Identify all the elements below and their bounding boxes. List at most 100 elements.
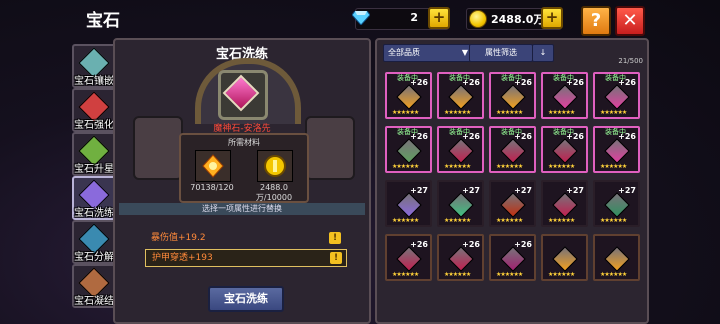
refine-stone-icon: [195, 150, 231, 182]
add-gems-button[interactable]: +: [428, 7, 450, 29]
lock-icon[interactable]: !: [329, 232, 341, 244]
inventory-gem-cell[interactable]: 装备中 +26 ★★★★★★: [437, 126, 484, 173]
inventory-gem-cell[interactable]: +26 ★★★★★★: [437, 234, 484, 281]
side-tab-label: 宝石凝结: [74, 296, 114, 307]
gem-level: +27: [566, 186, 584, 195]
gem-icon: [448, 246, 474, 272]
side-tab[interactable]: 宝石强化: [72, 88, 116, 132]
gem-level: +26: [462, 78, 480, 87]
quality-filter-dropdown[interactable]: 全部品质 ▼: [383, 44, 473, 62]
sort-arrow-button[interactable]: ↓: [532, 44, 554, 62]
star-rating: ★★★★★★: [548, 217, 575, 224]
inventory-gem-cell[interactable]: ★★★★★★: [593, 234, 640, 281]
inventory-gem-cell[interactable]: 装备中 +26 ★★★★★★: [489, 126, 536, 173]
gem-level: +26: [462, 132, 480, 141]
page-title: 宝石: [86, 11, 120, 31]
gold-amount: 2488.0万: [491, 13, 545, 26]
gem-icon: [604, 84, 630, 110]
quality-filter-label: 全部品质: [388, 48, 420, 57]
gem-icon: [500, 192, 526, 218]
materials-box: 所需材料 70138/120 2488.0万/10000: [179, 133, 309, 203]
star-rating: ★★★★★★: [444, 163, 471, 170]
side-tab-label: 宝石镶嵌: [74, 76, 114, 87]
gem-level: +26: [410, 78, 428, 87]
gem-icon: [500, 246, 526, 272]
inventory-gem-cell[interactable]: 装备中 +26 ★★★★★★: [385, 72, 432, 119]
gem-level: +26: [410, 240, 428, 249]
side-tab[interactable]: 宝石凝结: [72, 264, 116, 308]
lock-icon[interactable]: !: [330, 252, 342, 264]
gold-currency: 2488.0万 +: [466, 7, 563, 30]
add-gold-button[interactable]: +: [541, 7, 563, 29]
help-button[interactable]: ?: [581, 6, 611, 36]
gem-level: +27: [410, 186, 428, 195]
side-tab-label: 宝石升星: [74, 164, 114, 175]
inventory-gem-cell[interactable]: 装备中 +26 ★★★★★★: [385, 126, 432, 173]
inventory-gem-cell[interactable]: +27 ★★★★★★: [437, 180, 484, 227]
gem-icon: [448, 84, 474, 110]
gem-level: +26: [566, 78, 584, 87]
attribute-row[interactable]: 暴伤值+19.2 !: [145, 230, 345, 246]
side-tab-label: 宝石分解: [74, 252, 114, 263]
inventory-gem-cell[interactable]: 装备中 +26 ★★★★★★: [593, 72, 640, 119]
inventory-gem-cell[interactable]: 装备中 +26 ★★★★★★: [541, 126, 588, 173]
star-rating: ★★★★★★: [392, 217, 419, 224]
inventory-gem-cell[interactable]: +27 ★★★★★★: [541, 180, 588, 227]
chevron-down-icon: ▼: [461, 48, 468, 57]
gem-icon: [448, 192, 474, 218]
materials-title: 所需材料: [228, 138, 260, 147]
inventory-gem-cell[interactable]: +26 ★★★★★★: [385, 234, 432, 281]
star-rating: ★★★★★★: [548, 163, 575, 170]
attribute-filter-button[interactable]: 属性筛选: [469, 44, 533, 62]
machine-right: [305, 116, 355, 180]
gem-level: +27: [618, 186, 636, 195]
gem-icon: [604, 192, 630, 218]
side-tab[interactable]: 宝石洗练: [72, 176, 116, 220]
star-rating: ★★★★★★: [392, 109, 419, 116]
gem-icon: [396, 246, 422, 272]
gem-icon: [500, 84, 526, 110]
attribute-row-selected[interactable]: 护甲穿透+193 !: [145, 249, 347, 267]
side-tab[interactable]: 宝石分解: [72, 220, 116, 264]
inventory-gem-cell[interactable]: +27 ★★★★★★: [385, 180, 432, 227]
star-rating: ★★★★★★: [496, 163, 523, 170]
material-2-count: 2488.0万/10000: [255, 183, 293, 202]
gem-count: 2: [410, 11, 418, 24]
gem-icon: [500, 138, 526, 164]
side-tab[interactable]: 宝石升星: [72, 132, 116, 176]
inventory-gem-cell[interactable]: +27 ★★★★★★: [593, 180, 640, 227]
star-rating: ★★★★★★: [496, 217, 523, 224]
close-button[interactable]: ✕: [615, 6, 645, 36]
refine-button[interactable]: 宝石洗练: [208, 286, 284, 312]
inventory-gem-cell[interactable]: 装备中 +26 ★★★★★★: [437, 72, 484, 119]
side-tab-label: 宝石强化: [74, 120, 114, 131]
inventory-gem-cell[interactable]: +26 ★★★★★★: [489, 234, 536, 281]
star-rating: ★★★★★★: [392, 163, 419, 170]
inventory-gem-cell[interactable]: +27 ★★★★★★: [489, 180, 536, 227]
gem-icon: [396, 138, 422, 164]
attribute-text: 护甲穿透+193: [152, 253, 213, 263]
inventory-gem-cell[interactable]: ★★★★★★: [541, 234, 588, 281]
star-rating: ★★★★★★: [548, 271, 575, 278]
inventory-gem-cell[interactable]: 装备中 +26 ★★★★★★: [489, 72, 536, 119]
gem-level: +26: [514, 132, 532, 141]
gem-level: +26: [514, 240, 532, 249]
gem-level: +27: [462, 186, 480, 195]
star-rating: ★★★★★★: [444, 217, 471, 224]
material-1-count: 70138/120: [190, 183, 234, 192]
gem-icon: [552, 138, 578, 164]
gem-icon: [552, 246, 578, 272]
star-rating: ★★★★★★: [600, 109, 627, 116]
gem-level: +27: [514, 186, 532, 195]
slot-count: 21/500: [618, 57, 643, 65]
gem-level: +26: [618, 78, 636, 87]
gem-icon: [396, 84, 422, 110]
inventory-gem-cell[interactable]: 装备中 +26 ★★★★★★: [541, 72, 588, 119]
gem-level: +26: [566, 132, 584, 141]
star-rating: ★★★★★★: [600, 163, 627, 170]
diamond-icon: [352, 11, 370, 25]
side-tab[interactable]: 宝石镶嵌: [72, 44, 116, 88]
inventory-gem-cell[interactable]: 装备中 +26 ★★★★★★: [593, 126, 640, 173]
gem-level: +26: [462, 240, 480, 249]
side-tab-label: 宝石洗练: [74, 208, 114, 219]
